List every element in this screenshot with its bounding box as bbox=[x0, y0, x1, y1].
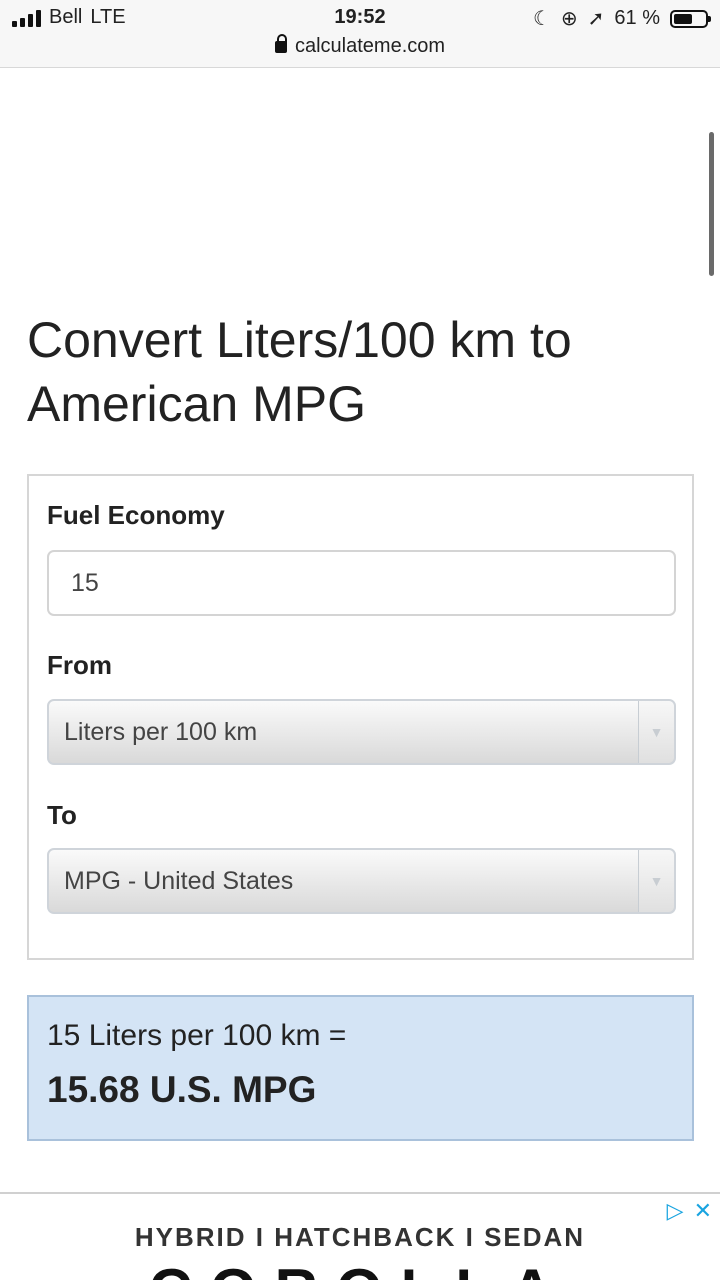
chevron-down-icon: ▼ bbox=[638, 850, 674, 912]
scrollbar[interactable] bbox=[709, 132, 714, 276]
ad-banner[interactable]: ▷ ✕ HYBRID I HATCHBACK I SEDAN COROLLA bbox=[0, 1192, 720, 1280]
ad-controls: ▷ ✕ bbox=[667, 1198, 712, 1224]
battery-percent: 61 % bbox=[614, 7, 660, 29]
to-select[interactable]: MPG - United States ▼ bbox=[47, 848, 676, 914]
moon-icon: ☾ bbox=[532, 8, 551, 30]
converter-form: Fuel Economy 15 From Liters per 100 km ▼… bbox=[27, 474, 694, 960]
from-select[interactable]: Liters per 100 km ▼ bbox=[47, 699, 676, 765]
location-icon: ➚ bbox=[587, 8, 605, 30]
fuel-economy-label: Fuel Economy bbox=[47, 500, 225, 530]
lock-icon bbox=[274, 34, 287, 53]
result-value: 15.68 U.S. MPG bbox=[47, 1069, 317, 1110]
ad-tagline: HYBRID I HATCHBACK I SEDAN bbox=[134, 1222, 586, 1252]
adchoices-icon[interactable]: ▷ bbox=[667, 1198, 684, 1224]
from-select-value: Liters per 100 km bbox=[64, 717, 258, 746]
to-select-value: MPG - United States bbox=[64, 866, 294, 895]
close-icon[interactable]: ✕ bbox=[694, 1198, 712, 1224]
chevron-down-icon: ▼ bbox=[638, 701, 674, 763]
fuel-economy-input[interactable]: 15 bbox=[47, 550, 676, 616]
battery-icon bbox=[670, 9, 711, 28]
to-label: To bbox=[47, 800, 77, 830]
page-title: Convert Liters/100 km to American MPG bbox=[27, 312, 572, 432]
status-bar: Bell LTE 19:52 ☾ ⊕ ➚ 61 % calculateme.co… bbox=[0, 0, 720, 68]
battery-fill bbox=[674, 13, 693, 24]
from-label: From bbox=[47, 650, 112, 680]
rotation-lock-icon: ⊕ bbox=[560, 8, 578, 30]
result-equation: 15 Liters per 100 km = bbox=[47, 1019, 347, 1052]
result-box: 15 Liters per 100 km = 15.68 U.S. MPG bbox=[27, 995, 694, 1141]
ad-brand-logo: COROLLA bbox=[0, 1256, 720, 1280]
url-text: calculateme.com bbox=[294, 35, 446, 57]
address-bar[interactable]: calculateme.com bbox=[0, 34, 720, 58]
status-right: ☾ ⊕ ➚ 61 % bbox=[532, 6, 711, 31]
